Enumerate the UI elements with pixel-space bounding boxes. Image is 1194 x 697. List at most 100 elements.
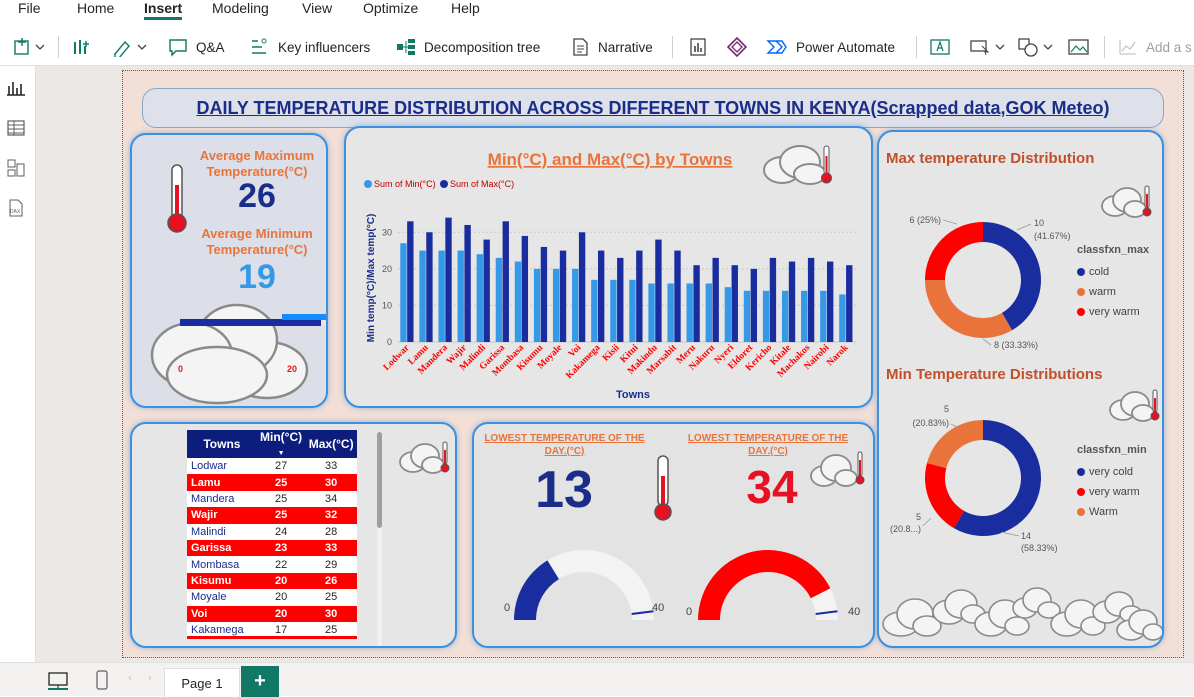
- bar-min[interactable]: [686, 283, 693, 342]
- bar-max[interactable]: [521, 235, 529, 342]
- table-row[interactable]: Kisumu 20 26: [187, 572, 357, 590]
- bar-max[interactable]: [502, 221, 509, 342]
- decomposition-tree-button[interactable]: Decomposition tree: [396, 28, 540, 66]
- bar-max[interactable]: [617, 257, 624, 342]
- legend-series-label[interactable]: Sum of Min(°C): [374, 179, 436, 189]
- legend-item-warm[interactable]: Warm: [1077, 502, 1147, 522]
- table-row[interactable]: Lodwar 27 33: [187, 458, 357, 475]
- donut-slice-cold[interactable]: [983, 222, 1041, 331]
- text-box-button[interactable]: [72, 28, 92, 66]
- bar-min[interactable]: [572, 268, 579, 342]
- bar-min[interactable]: [400, 243, 407, 342]
- chevron-left-icon[interactable]: ‹: [128, 672, 132, 684]
- shapes-button[interactable]: [1018, 28, 1054, 66]
- bar-min[interactable]: [667, 283, 674, 342]
- bar-min[interactable]: [438, 250, 445, 342]
- table-row[interactable]: Mombasa 22 29: [187, 556, 357, 573]
- paginated-report-button[interactable]: [688, 28, 708, 66]
- table-row[interactable]: Malindi 24 28: [187, 523, 357, 540]
- mobile-view-icon[interactable]: [96, 670, 108, 690]
- new-visual-button[interactable]: [12, 28, 44, 66]
- distribution-card[interactable]: Max temperature Distribution Min Tempera…: [877, 130, 1164, 648]
- bar-chart-card[interactable]: Min(°C) and Max(°C) by Towns Sum of Min(°…: [344, 126, 873, 408]
- bar-min[interactable]: [552, 268, 560, 342]
- bar-max[interactable]: [559, 250, 567, 342]
- menu-home[interactable]: Home: [77, 0, 114, 16]
- power-apps-button[interactable]: [726, 28, 748, 66]
- chevron-right-icon[interactable]: ›: [148, 672, 152, 684]
- bar-max[interactable]: [483, 239, 490, 342]
- narrative-button[interactable]: Narrative: [570, 28, 653, 66]
- bar-min[interactable]: [591, 279, 598, 342]
- bar-min[interactable]: [533, 268, 541, 342]
- bar-min[interactable]: [629, 279, 636, 342]
- bar-max[interactable]: [731, 265, 738, 342]
- table-row[interactable]: Moyale 20 25: [187, 589, 357, 606]
- bar-min[interactable]: [839, 294, 846, 342]
- add-smart-narrative-button[interactable]: Add a s: [1118, 28, 1192, 66]
- menu-view[interactable]: View: [302, 0, 332, 16]
- bar-max[interactable]: [846, 265, 853, 342]
- image-button[interactable]: [1068, 28, 1090, 66]
- dax-query-view-icon[interactable]: DAX: [6, 198, 26, 218]
- bar-max[interactable]: [826, 261, 834, 342]
- power-automate-button[interactable]: Power Automate: [766, 28, 895, 66]
- bar-min[interactable]: [514, 261, 522, 342]
- bar-min[interactable]: [648, 283, 655, 342]
- qa-button[interactable]: Q&A: [168, 28, 225, 66]
- bar-max[interactable]: [578, 232, 586, 342]
- text-box-insert-button[interactable]: [930, 28, 950, 66]
- bar-max[interactable]: [407, 221, 414, 342]
- donut-slice-very-warm[interactable]: [925, 222, 983, 280]
- donut-slice-warm[interactable]: [925, 280, 1012, 338]
- bar-max[interactable]: [597, 250, 605, 342]
- table-view-icon[interactable]: [6, 118, 26, 138]
- bar-max[interactable]: [636, 250, 643, 342]
- buttons-button[interactable]: [112, 28, 148, 66]
- desktop-view-icon[interactable]: [48, 672, 68, 690]
- bar-max[interactable]: [464, 224, 471, 342]
- bar-max[interactable]: [769, 257, 777, 342]
- table-row[interactable]: Lamu 25 30: [187, 474, 357, 491]
- table-row[interactable]: Voi 20 30: [187, 605, 357, 622]
- table-scrollbar-track[interactable]: [377, 432, 382, 646]
- bar-max[interactable]: [750, 268, 758, 342]
- model-view-icon[interactable]: [6, 158, 26, 178]
- table-row[interactable]: Mandera 25 34: [187, 490, 357, 508]
- menu-optimize[interactable]: Optimize: [363, 0, 418, 16]
- bar-max[interactable]: [693, 265, 700, 342]
- table-scrollbar-thumb[interactable]: [377, 432, 382, 528]
- bar-min[interactable]: [724, 287, 732, 342]
- table-row[interactable]: Wajir 25 32: [187, 507, 357, 524]
- bar-min[interactable]: [705, 283, 712, 342]
- page-tab-1[interactable]: Page 1: [164, 668, 240, 697]
- bar-max[interactable]: [445, 217, 452, 342]
- bar-min[interactable]: [457, 250, 464, 342]
- bar-min[interactable]: [801, 290, 808, 342]
- kpi-card[interactable]: Average Maximum Temperature(°C) 26 Avera…: [130, 133, 328, 408]
- buttons-dropdown-button[interactable]: [970, 28, 1006, 66]
- legend-item-very-warm[interactable]: very warm: [1077, 302, 1149, 322]
- add-page-button[interactable]: +: [241, 666, 279, 697]
- legend-item-warm[interactable]: warm: [1077, 282, 1149, 302]
- bar-min[interactable]: [610, 279, 617, 342]
- bar-max[interactable]: [674, 250, 681, 342]
- bar-max[interactable]: [712, 257, 719, 342]
- bar-min[interactable]: [820, 290, 827, 342]
- legend-item-very-cold[interactable]: very cold: [1077, 462, 1147, 482]
- bar-min[interactable]: [476, 254, 483, 342]
- menu-help[interactable]: Help: [451, 0, 480, 16]
- menu-modeling[interactable]: Modeling: [212, 0, 269, 16]
- key-influencers-button[interactable]: Key influencers: [250, 28, 370, 66]
- bar-min[interactable]: [781, 290, 789, 342]
- table-header-max[interactable]: Max(°C): [305, 430, 357, 458]
- table-header-towns[interactable]: Towns: [187, 430, 257, 458]
- gauges-card[interactable]: LOWEST TEMPERATURE OF THE DAY.(°C) LOWES…: [472, 422, 875, 648]
- table-row[interactable]: Garissa 23 33: [187, 539, 357, 557]
- bar-min[interactable]: [762, 290, 770, 342]
- legend-item-cold[interactable]: cold: [1077, 262, 1149, 282]
- report-view-icon[interactable]: [6, 78, 26, 98]
- bar-min[interactable]: [743, 290, 751, 342]
- bar-min[interactable]: [495, 257, 503, 342]
- kpi-slider-track[interactable]: [180, 314, 326, 326]
